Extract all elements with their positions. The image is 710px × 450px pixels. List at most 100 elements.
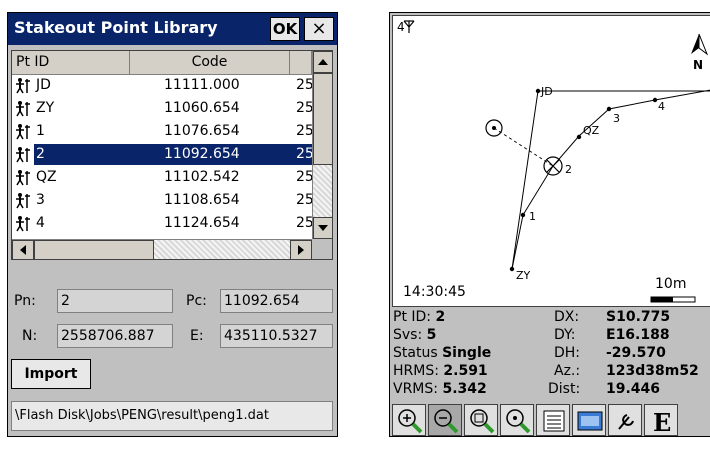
status-value: Single xyxy=(442,345,492,361)
code-cell: 11108.654 xyxy=(164,192,240,208)
dx-value: S10.775 xyxy=(606,309,671,325)
map-label-jd: JD xyxy=(541,85,553,98)
zoom-all-button[interactable] xyxy=(500,404,534,436)
scroll-up-button[interactable] xyxy=(313,51,332,73)
scroll-thumb[interactable] xyxy=(313,73,332,165)
zoom-out-button[interactable] xyxy=(428,404,462,436)
column-header-pt-id[interactable]: Pt ID xyxy=(12,51,130,75)
surveyor-icon xyxy=(16,170,30,186)
n-label: N: xyxy=(22,328,38,344)
time-display: 14:30:45 xyxy=(403,284,466,300)
dh-label: DH: xyxy=(554,345,581,361)
list-item[interactable]: JD 11111.000 25 xyxy=(12,75,312,96)
e-label: E: xyxy=(190,328,204,344)
horizontal-scrollbar[interactable] xyxy=(12,239,312,259)
zoom-all-icon xyxy=(506,409,531,434)
scroll-down-button[interactable] xyxy=(313,217,332,239)
map-toolbar: E xyxy=(390,401,710,438)
list-item[interactable]: 1 11076.654 25 xyxy=(12,121,312,142)
status-label: Status xyxy=(393,345,438,361)
dy-value: E16.188 xyxy=(606,327,670,343)
n-field[interactable]: 2558706.887 xyxy=(57,324,173,348)
arrow-right-icon xyxy=(298,245,304,255)
point-3 xyxy=(606,106,612,112)
surveyor-icon xyxy=(16,124,30,140)
code-cell: 11060.654 xyxy=(164,100,240,116)
title-bar: Stakeout Point Library OK × xyxy=(8,13,337,45)
column-header-code[interactable]: Code xyxy=(130,51,290,75)
extra-cell: 25 xyxy=(296,169,312,185)
svs-label: Svs: xyxy=(393,327,423,343)
north-label: N xyxy=(693,58,704,72)
pt-id-cell: 4 xyxy=(36,215,45,231)
surveyor-icon xyxy=(16,78,30,94)
list-button[interactable] xyxy=(536,404,570,436)
pt-id-cell: 3 xyxy=(36,192,45,208)
list-item[interactable]: 3 11108.654 25 xyxy=(12,190,312,211)
dist-label: Dist: xyxy=(548,381,581,397)
pt-id-cell: QZ xyxy=(36,169,57,185)
list-icon xyxy=(543,410,565,432)
point-4 xyxy=(652,97,658,103)
list-item[interactable]: QZ 11102.542 25 xyxy=(12,167,312,188)
point-list[interactable]: Pt ID Code JD11111.00025ZY11060.65425111… xyxy=(11,50,333,260)
list-item[interactable]: 4 11124.654 25 xyxy=(12,213,312,234)
stakeout-info-panel: Pt ID: 2 Svs: 5 Status Single HRMS: 2.59… xyxy=(390,309,710,403)
svs-value: 5 xyxy=(426,327,437,343)
hrms-value: 2.591 xyxy=(443,363,488,379)
map-label-1: 1 xyxy=(529,210,536,223)
map-view[interactable]: 4 N JD 4 3 QZ 2 1 ZY 14:30:45 10m xyxy=(392,15,710,307)
vrms-value: 5.342 xyxy=(442,381,487,397)
pn-field[interactable]: 2 xyxy=(57,289,173,313)
keyboard-button[interactable] xyxy=(572,404,606,436)
keyboard-icon xyxy=(577,411,603,431)
hscroll-track[interactable] xyxy=(154,240,290,259)
surveyor-icon xyxy=(16,193,30,209)
import-button[interactable]: Import xyxy=(11,359,91,389)
code-cell: 11111.000 xyxy=(164,77,240,93)
e-field[interactable]: 435110.5327 xyxy=(220,324,333,348)
tools-button[interactable] xyxy=(608,404,642,436)
list-item[interactable]: 211092.65425 xyxy=(12,144,312,165)
zoom-window-button[interactable] xyxy=(464,404,498,436)
scroll-right-button[interactable] xyxy=(290,240,312,259)
zoom-in-button[interactable] xyxy=(392,404,426,436)
map-label-3: 3 xyxy=(613,112,620,125)
list-item[interactable]: ZY 11060.654 25 xyxy=(12,98,312,119)
map-label-2: 2 xyxy=(565,163,572,176)
satellite-count: 4 xyxy=(397,20,405,34)
tools-icon xyxy=(618,414,634,430)
code-cell: 11102.542 xyxy=(164,169,240,185)
arrow-left-icon xyxy=(20,245,26,255)
dist-value: 19.446 xyxy=(606,381,661,397)
point-qz xyxy=(576,134,582,140)
column-header-extra[interactable] xyxy=(290,51,312,75)
hscroll-thumb[interactable] xyxy=(34,240,154,259)
scroll-track[interactable] xyxy=(313,165,332,217)
vertical-scrollbar[interactable] xyxy=(312,51,332,239)
ok-button[interactable]: OK xyxy=(270,17,300,41)
pt-id-cell: ZY xyxy=(36,100,55,116)
stakeout-map-window: 4 N JD 4 3 QZ 2 1 ZY 14:30:45 10m Pt ID:… xyxy=(389,12,710,437)
e-button[interactable]: E xyxy=(644,404,678,436)
e-icon: E xyxy=(653,408,671,435)
close-button[interactable]: × xyxy=(304,17,334,41)
hrms-label: HRMS: xyxy=(393,363,439,379)
arrow-up-icon xyxy=(318,59,328,65)
ptid-value: 2 xyxy=(435,309,446,325)
pn-label: Pn: xyxy=(14,293,36,309)
extra-cell: 25 xyxy=(290,144,312,165)
alignment-curve xyxy=(511,89,710,270)
guide-dashed-line xyxy=(493,127,554,167)
map-label-qz: QZ xyxy=(583,124,600,137)
pt-id-cell: 2 xyxy=(34,144,130,165)
scroll-left-button[interactable] xyxy=(12,240,34,259)
dy-label: DY: xyxy=(554,327,576,343)
extra-cell: 25 xyxy=(296,192,312,208)
map-label-4: 4 xyxy=(658,100,665,113)
arrow-down-icon xyxy=(318,225,328,231)
point-zy xyxy=(509,266,515,272)
extra-cell: 25 xyxy=(296,100,312,116)
extra-cell: 25 xyxy=(296,77,312,93)
pc-field[interactable]: 11092.654 xyxy=(220,289,333,313)
